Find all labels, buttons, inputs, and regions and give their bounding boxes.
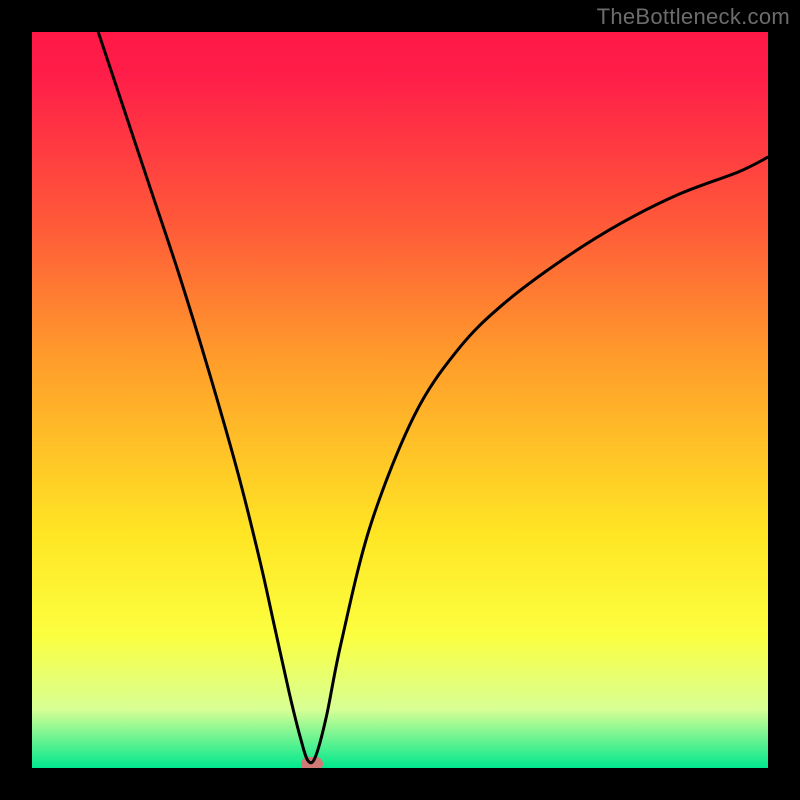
plot-area (32, 32, 768, 768)
chart-frame: TheBottleneck.com (0, 0, 800, 800)
bottleneck-curve (32, 32, 768, 768)
watermark-text: TheBottleneck.com (597, 4, 790, 30)
